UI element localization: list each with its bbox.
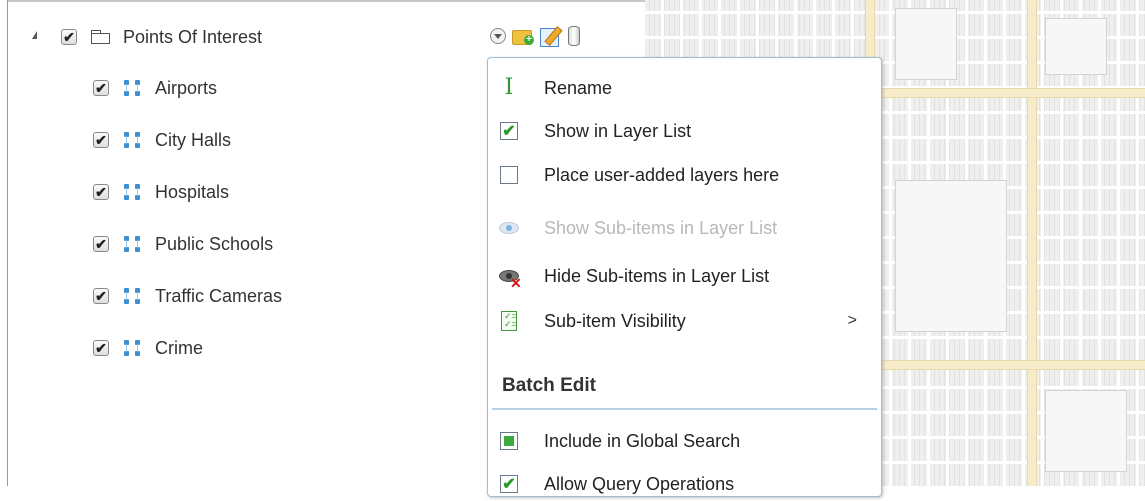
tree-item-hospitals[interactable]: ✔ Hospitals: [93, 179, 229, 205]
checklist-icon: ✓= ✓=: [498, 310, 520, 332]
menu-item-label: Rename: [544, 77, 613, 98]
map-block: [895, 8, 957, 80]
collapse-triangle-icon[interactable]: [32, 31, 37, 39]
feature-layer-icon: [123, 131, 141, 149]
section-divider: [492, 408, 877, 410]
menu-item-sub-item-visibility[interactable]: ✓= ✓= Sub-item Visibility >: [488, 304, 881, 338]
eye-icon: [498, 217, 520, 239]
eye-hide-icon: ✕: [498, 265, 522, 290]
add-folder-icon[interactable]: +: [512, 27, 534, 45]
tree-item-label: Crime: [155, 337, 203, 358]
tree-item-label: Hospitals: [155, 181, 230, 202]
menu-item-label: Hide Sub-items in Layer List: [544, 265, 770, 286]
menu-item-label: Include in Global Search: [544, 430, 741, 451]
menu-item-label: Show Sub-items in Layer List: [544, 217, 778, 238]
checkbox-checked-icon: ✔: [498, 473, 520, 495]
tree-item-label: City Halls: [155, 129, 232, 150]
menu-item-allow-query-operations[interactable]: ✔ Allow Query Operations: [488, 467, 881, 501]
rename-cursor-icon: I: [504, 75, 514, 100]
layer-checkbox[interactable]: ✔: [93, 132, 109, 148]
tree-item-city-halls[interactable]: ✔ City Halls: [93, 127, 231, 153]
checkbox-unchecked-icon: [498, 164, 520, 186]
layer-checkbox[interactable]: ✔: [93, 184, 109, 200]
menu-item-hide-sub-items[interactable]: ✕ Hide Sub-items in Layer List: [488, 259, 881, 293]
layer-checkbox[interactable]: ✔: [93, 236, 109, 252]
layer-checkbox[interactable]: ✔: [93, 288, 109, 304]
feature-layer-icon: [123, 339, 141, 357]
tree-item-airports[interactable]: ✔ Airports: [93, 75, 217, 101]
menu-item-show-sub-items: Show Sub-items in Layer List: [488, 211, 881, 245]
feature-layer-icon: [123, 235, 141, 253]
map-road: [1027, 0, 1037, 486]
menu-item-show-in-layer-list[interactable]: ✔ Show in Layer List: [488, 114, 881, 148]
menu-item-include-global-search[interactable]: Include in Global Search: [488, 424, 881, 458]
root-checkbox[interactable]: ✔: [61, 29, 77, 45]
tree-item-traffic-cameras[interactable]: ✔ Traffic Cameras: [93, 283, 282, 309]
map-block: [895, 180, 1007, 332]
feature-layer-icon: [123, 183, 141, 201]
tree-root-label: Points Of Interest: [123, 26, 263, 47]
menu-item-label: Sub-item Visibility: [544, 310, 686, 331]
context-menu: I Rename ✔ Show in Layer List Place user…: [487, 57, 882, 497]
database-icon[interactable]: [568, 26, 580, 46]
menu-item-label: Show in Layer List: [544, 120, 692, 141]
tree-item-label: Public Schools: [155, 233, 274, 254]
layer-checkbox[interactable]: ✔: [93, 340, 109, 356]
menu-item-label: Place user-added layers here: [544, 164, 780, 185]
checkbox-checked-icon: ✔: [498, 120, 520, 142]
tree-item-label: Traffic Cameras: [155, 285, 283, 306]
layer-checkbox[interactable]: ✔: [93, 80, 109, 96]
menu-item-place-user-layers[interactable]: Place user-added layers here: [488, 158, 881, 192]
feature-layer-icon: [123, 79, 141, 97]
submenu-arrow-icon: >: [847, 312, 857, 329]
item-toolbar: +: [490, 26, 580, 47]
map-block: [1045, 18, 1107, 75]
tree-item-public-schools[interactable]: ✔ Public Schools: [93, 231, 273, 257]
options-dropdown-icon[interactable]: [490, 28, 506, 44]
tree-root-row[interactable]: ✔ Points Of Interest: [61, 24, 262, 50]
edit-icon[interactable]: [540, 26, 563, 47]
section-heading-batch-edit: Batch Edit: [502, 375, 596, 396]
tree-item-label: Airports: [155, 77, 218, 98]
checkbox-partial-icon: [498, 430, 520, 452]
menu-item-rename[interactable]: I Rename: [488, 71, 881, 105]
folder-icon: [91, 30, 111, 44]
tree-item-crime[interactable]: ✔ Crime: [93, 335, 203, 361]
map-block: [1045, 390, 1127, 472]
feature-layer-icon: [123, 287, 141, 305]
menu-item-label: Allow Query Operations: [544, 473, 735, 494]
